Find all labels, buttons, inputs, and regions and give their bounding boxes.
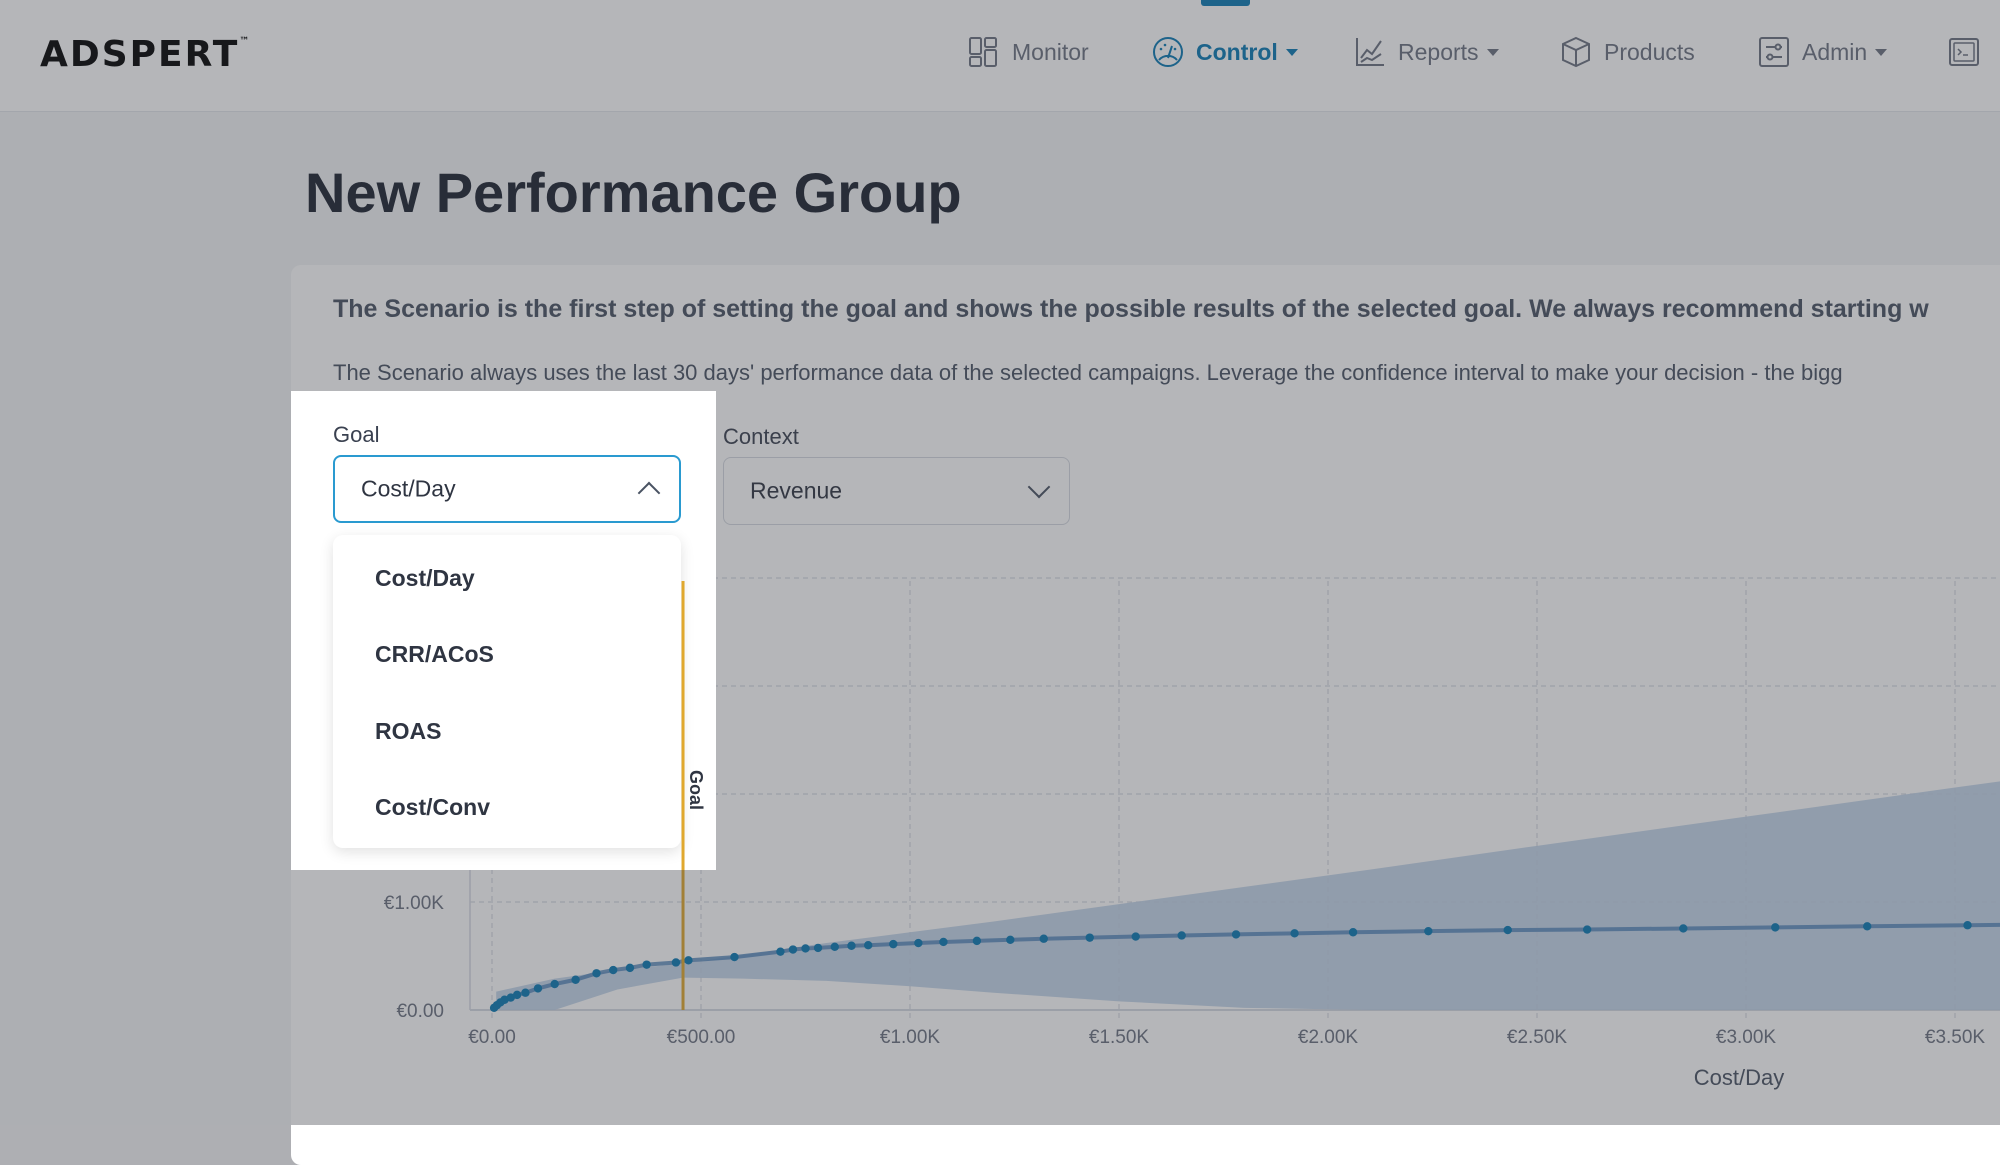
- data-point: [592, 969, 601, 978]
- data-point: [550, 979, 559, 989]
- data-point: [801, 944, 810, 953]
- data-point: [1424, 926, 1433, 936]
- data-point: [1771, 923, 1780, 932]
- goal-option-cost-day[interactable]: Cost/Day: [375, 565, 475, 592]
- goal-option-crr-acos[interactable]: CRR/ACoS: [375, 641, 494, 668]
- data-point: [1863, 922, 1872, 931]
- goal-select-value: Cost/Day: [361, 475, 456, 502]
- data-point: [864, 941, 873, 950]
- data-point: [776, 947, 785, 956]
- data-point: [571, 975, 580, 984]
- page: ADSPERT™ Monitor Control Reports Product…: [0, 0, 2000, 1165]
- data-point: [1503, 925, 1512, 935]
- data-point: [1679, 924, 1688, 933]
- data-point: [730, 952, 739, 962]
- x-tick-label: €2.00K: [1298, 1027, 1359, 1048]
- confidence-band: [496, 781, 2000, 1010]
- y-tick-label: €0.00: [396, 1001, 444, 1022]
- x-tick-label: €0.00: [468, 1027, 516, 1048]
- data-point: [813, 943, 823, 953]
- x-tick-label: €3.50K: [1925, 1027, 1986, 1048]
- data-point: [512, 990, 522, 1000]
- data-point: [788, 945, 798, 954]
- x-tick-label: €2.50K: [1507, 1027, 1568, 1048]
- goal-select[interactable]: Cost/Day: [333, 455, 681, 523]
- data-point: [1231, 930, 1241, 939]
- x-tick-label: €3.00K: [1716, 1027, 1777, 1048]
- x-axis-title: Cost/Day: [1694, 1065, 1784, 1090]
- goal-option-cost-conv[interactable]: Cost/Conv: [375, 794, 490, 821]
- data-point: [1177, 931, 1186, 940]
- data-point: [914, 938, 923, 948]
- data-point: [830, 942, 839, 952]
- goal-label: Goal: [333, 422, 380, 447]
- data-point: [642, 960, 651, 969]
- goal-dropdown-menu: Cost/Day CRR/ACoS ROAS Cost/Conv: [333, 535, 681, 848]
- data-point: [847, 941, 856, 950]
- y-tick-label: €1.00K: [384, 893, 445, 914]
- data-point: [625, 963, 635, 973]
- data-point: [671, 958, 681, 967]
- data-point: [1131, 932, 1140, 941]
- data-point: [1290, 929, 1299, 938]
- goal-option-roas[interactable]: ROAS: [375, 718, 441, 745]
- data-point: [1039, 934, 1048, 943]
- data-point: [533, 984, 543, 993]
- data-point: [1006, 935, 1015, 944]
- data-point: [609, 965, 618, 975]
- x-tick-label: €500.00: [667, 1027, 736, 1048]
- data-point: [1963, 921, 1972, 930]
- data-point: [1582, 925, 1592, 934]
- data-point: [972, 936, 982, 946]
- x-tick-label: €1.00K: [880, 1027, 941, 1048]
- data-point: [1348, 928, 1358, 937]
- data-point: [1085, 933, 1094, 942]
- data-point: [521, 988, 530, 997]
- data-point: [684, 956, 693, 965]
- chevron-up-icon: [637, 481, 661, 505]
- data-point: [889, 939, 898, 949]
- x-tick-label: €1.50K: [1089, 1027, 1150, 1048]
- data-point: [939, 937, 948, 947]
